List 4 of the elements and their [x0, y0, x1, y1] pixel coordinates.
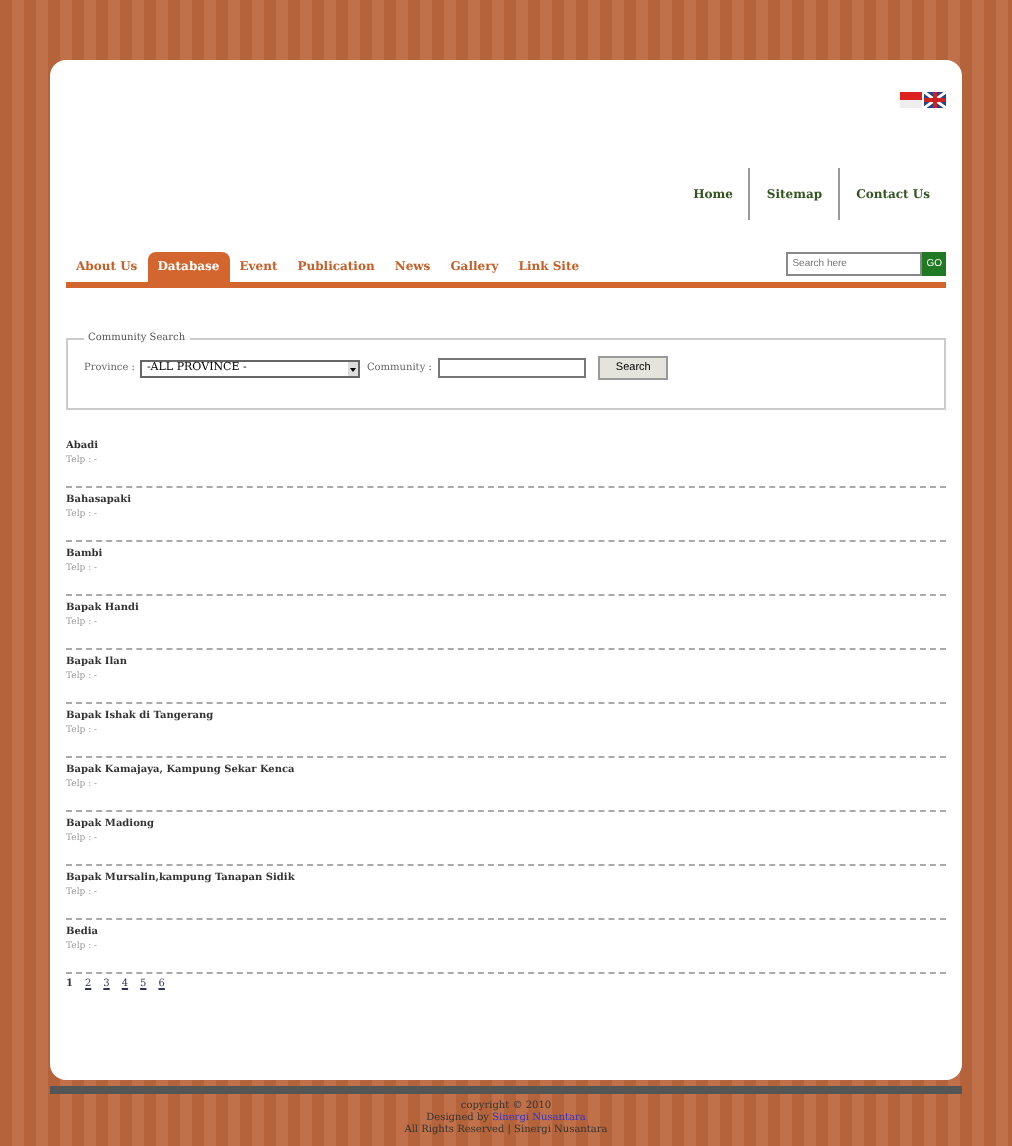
caret-icon[interactable]: [348, 361, 359, 375]
community-field[interactable]: [437, 358, 586, 378]
flag-icon[interactable]: [924, 92, 946, 108]
flag-icon[interactable]: [900, 92, 922, 108]
